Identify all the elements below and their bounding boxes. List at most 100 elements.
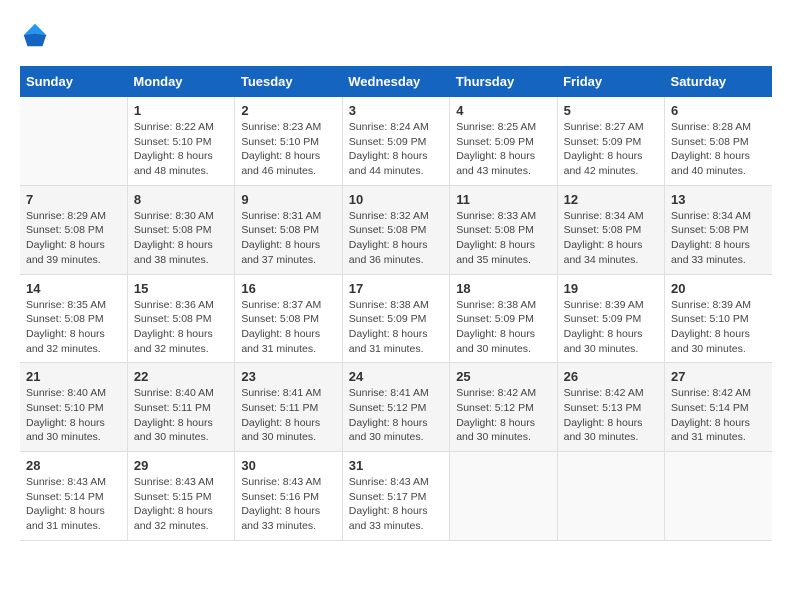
day-info: Sunrise: 8:41 AM Sunset: 5:12 PM Dayligh… (349, 386, 443, 445)
calendar-cell: 8 Sunrise: 8:30 AM Sunset: 5:08 PM Daylig… (127, 185, 234, 274)
day-info: Sunrise: 8:34 AM Sunset: 5:08 PM Dayligh… (564, 209, 658, 268)
day-info: Sunrise: 8:28 AM Sunset: 5:08 PM Dayligh… (671, 120, 766, 179)
calendar-week-row: 21 Sunrise: 8:40 AM Sunset: 5:10 PM Dayli… (20, 363, 772, 452)
day-info: Sunrise: 8:35 AM Sunset: 5:08 PM Dayligh… (26, 298, 121, 357)
day-number: 10 (349, 192, 443, 207)
day-number: 14 (26, 281, 121, 296)
day-info: Sunrise: 8:39 AM Sunset: 5:10 PM Dayligh… (671, 298, 766, 357)
day-info: Sunrise: 8:43 AM Sunset: 5:17 PM Dayligh… (349, 475, 443, 534)
calendar-cell: 9Sunrise: 8:31 AM Sunset: 5:08 PM Daylig… (235, 185, 342, 274)
calendar-cell: 29 Sunrise: 8:43 AM Sunset: 5:15 PM Dayli… (127, 452, 234, 541)
day-number: 3 (349, 103, 443, 118)
day-info: Sunrise: 8:42 AM Sunset: 5:13 PM Dayligh… (564, 386, 658, 445)
logo-icon (20, 20, 50, 50)
calendar-cell: 18 Sunrise: 8:38 AM Sunset: 5:09 PM Dayli… (450, 274, 557, 363)
day-number: 28 (26, 458, 121, 473)
calendar-table: SundayMondayTuesdayWednesdayThursdayFrid… (20, 66, 772, 541)
day-info: Sunrise: 8:40 AM Sunset: 5:10 PM Dayligh… (26, 386, 121, 445)
calendar-cell: 6 Sunrise: 8:28 AM Sunset: 5:08 PM Daylig… (665, 97, 772, 185)
day-number: 24 (349, 369, 443, 384)
calendar-cell: 16Sunrise: 8:37 AM Sunset: 5:08 PM Dayli… (235, 274, 342, 363)
calendar-cell: 1 Sunrise: 8:22 AM Sunset: 5:10 PM Daylig… (127, 97, 234, 185)
column-header-friday: Friday (557, 66, 664, 97)
calendar-cell: 22 Sunrise: 8:40 AM Sunset: 5:11 PM Dayli… (127, 363, 234, 452)
day-info: Sunrise: 8:30 AM Sunset: 5:08 PM Dayligh… (134, 209, 228, 268)
day-info: Sunrise: 8:22 AM Sunset: 5:10 PM Dayligh… (134, 120, 228, 179)
day-number: 21 (26, 369, 121, 384)
day-number: 8 (134, 192, 228, 207)
calendar-cell: 3 Sunrise: 8:24 AM Sunset: 5:09 PM Daylig… (342, 97, 449, 185)
column-header-saturday: Saturday (665, 66, 772, 97)
day-number: 25 (456, 369, 550, 384)
day-number: 11 (456, 192, 550, 207)
day-number: 27 (671, 369, 766, 384)
day-number: 4 (456, 103, 550, 118)
calendar-cell: 13 Sunrise: 8:34 AM Sunset: 5:08 PM Dayli… (665, 185, 772, 274)
day-number: 22 (134, 369, 228, 384)
day-number: 29 (134, 458, 228, 473)
calendar-cell: 17 Sunrise: 8:38 AM Sunset: 5:09 PM Dayli… (342, 274, 449, 363)
calendar-cell: 12 Sunrise: 8:34 AM Sunset: 5:08 PM Dayli… (557, 185, 664, 274)
day-number: 18 (456, 281, 550, 296)
day-number: 5 (564, 103, 658, 118)
day-info: Sunrise: 8:27 AM Sunset: 5:09 PM Dayligh… (564, 120, 658, 179)
column-header-thursday: Thursday (450, 66, 557, 97)
day-number: 12 (564, 192, 658, 207)
day-number: 26 (564, 369, 658, 384)
day-info: Sunrise: 8:39 AM Sunset: 5:09 PM Dayligh… (564, 298, 658, 357)
day-number: 23 (241, 369, 335, 384)
column-header-sunday: Sunday (20, 66, 127, 97)
calendar-cell: 5 Sunrise: 8:27 AM Sunset: 5:09 PM Daylig… (557, 97, 664, 185)
day-info: Sunrise: 8:37 AM Sunset: 5:08 PM Dayligh… (241, 298, 335, 357)
calendar-week-row: 14 Sunrise: 8:35 AM Sunset: 5:08 PM Dayli… (20, 274, 772, 363)
calendar-cell: 14 Sunrise: 8:35 AM Sunset: 5:08 PM Dayli… (20, 274, 127, 363)
column-header-tuesday: Tuesday (235, 66, 342, 97)
day-number: 13 (671, 192, 766, 207)
day-number: 19 (564, 281, 658, 296)
day-info: Sunrise: 8:29 AM Sunset: 5:08 PM Dayligh… (26, 209, 121, 268)
day-number: 17 (349, 281, 443, 296)
calendar-cell: 30Sunrise: 8:43 AM Sunset: 5:16 PM Dayli… (235, 452, 342, 541)
calendar-cell: 7 Sunrise: 8:29 AM Sunset: 5:08 PM Daylig… (20, 185, 127, 274)
day-info: Sunrise: 8:43 AM Sunset: 5:14 PM Dayligh… (26, 475, 121, 534)
day-info: Sunrise: 8:34 AM Sunset: 5:08 PM Dayligh… (671, 209, 766, 268)
calendar-week-row: 7 Sunrise: 8:29 AM Sunset: 5:08 PM Daylig… (20, 185, 772, 274)
day-info: Sunrise: 8:40 AM Sunset: 5:11 PM Dayligh… (134, 386, 228, 445)
calendar-cell: 25 Sunrise: 8:42 AM Sunset: 5:12 PM Dayli… (450, 363, 557, 452)
calendar-cell: 20 Sunrise: 8:39 AM Sunset: 5:10 PM Dayli… (665, 274, 772, 363)
calendar-cell: 28 Sunrise: 8:43 AM Sunset: 5:14 PM Dayli… (20, 452, 127, 541)
calendar-cell (450, 452, 557, 541)
day-number: 20 (671, 281, 766, 296)
calendar-cell: 11 Sunrise: 8:33 AM Sunset: 5:08 PM Dayli… (450, 185, 557, 274)
day-info: Sunrise: 8:25 AM Sunset: 5:09 PM Dayligh… (456, 120, 550, 179)
calendar-week-row: 1 Sunrise: 8:22 AM Sunset: 5:10 PM Daylig… (20, 97, 772, 185)
day-info: Sunrise: 8:33 AM Sunset: 5:08 PM Dayligh… (456, 209, 550, 268)
calendar-cell: 21 Sunrise: 8:40 AM Sunset: 5:10 PM Dayli… (20, 363, 127, 452)
day-info: Sunrise: 8:41 AM Sunset: 5:11 PM Dayligh… (241, 386, 335, 445)
calendar-cell: 10 Sunrise: 8:32 AM Sunset: 5:08 PM Dayli… (342, 185, 449, 274)
calendar-cell: 24 Sunrise: 8:41 AM Sunset: 5:12 PM Dayli… (342, 363, 449, 452)
calendar-cell: 19 Sunrise: 8:39 AM Sunset: 5:09 PM Dayli… (557, 274, 664, 363)
day-number: 1 (134, 103, 228, 118)
day-info: Sunrise: 8:43 AM Sunset: 5:15 PM Dayligh… (134, 475, 228, 534)
day-info: Sunrise: 8:42 AM Sunset: 5:14 PM Dayligh… (671, 386, 766, 445)
day-number: 30 (241, 458, 335, 473)
day-number: 7 (26, 192, 121, 207)
day-info: Sunrise: 8:23 AM Sunset: 5:10 PM Dayligh… (241, 120, 335, 179)
day-info: Sunrise: 8:38 AM Sunset: 5:09 PM Dayligh… (456, 298, 550, 357)
day-info: Sunrise: 8:42 AM Sunset: 5:12 PM Dayligh… (456, 386, 550, 445)
day-number: 6 (671, 103, 766, 118)
calendar-cell (557, 452, 664, 541)
calendar-cell: 31Sunrise: 8:43 AM Sunset: 5:17 PM Dayli… (342, 452, 449, 541)
day-info: Sunrise: 8:24 AM Sunset: 5:09 PM Dayligh… (349, 120, 443, 179)
calendar-cell (20, 97, 127, 185)
calendar-cell: 15Sunrise: 8:36 AM Sunset: 5:08 PM Dayli… (127, 274, 234, 363)
calendar-cell: 4 Sunrise: 8:25 AM Sunset: 5:09 PM Daylig… (450, 97, 557, 185)
day-number: 2 (241, 103, 335, 118)
day-info: Sunrise: 8:32 AM Sunset: 5:08 PM Dayligh… (349, 209, 443, 268)
page-header (20, 20, 772, 50)
calendar-cell: 23 Sunrise: 8:41 AM Sunset: 5:11 PM Dayli… (235, 363, 342, 452)
day-info: Sunrise: 8:38 AM Sunset: 5:09 PM Dayligh… (349, 298, 443, 357)
calendar-cell (665, 452, 772, 541)
calendar-cell: 27 Sunrise: 8:42 AM Sunset: 5:14 PM Dayli… (665, 363, 772, 452)
